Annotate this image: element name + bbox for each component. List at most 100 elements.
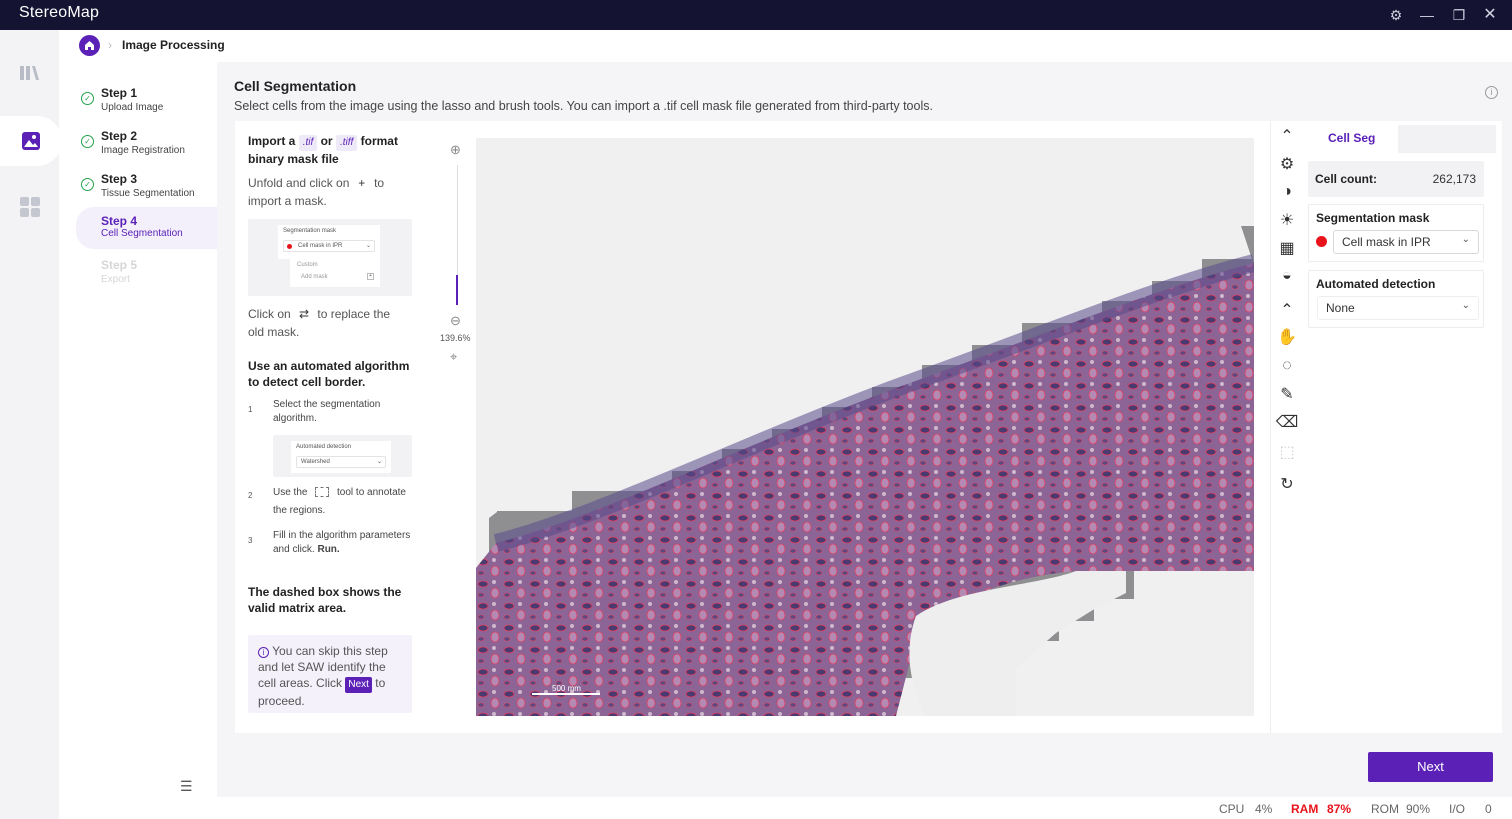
minimize-icon[interactable]: — bbox=[1418, 6, 1436, 24]
eraser-icon[interactable]: ⌫ bbox=[1276, 413, 1299, 431]
right-panel: Cell Seg Cell count: 262,173 Segmentatio… bbox=[1302, 121, 1502, 733]
step-1[interactable]: ✓ Step 1 Upload Image bbox=[76, 82, 217, 122]
cell-count-card: Cell count: 262,173 bbox=[1308, 161, 1484, 197]
image-viewer: ⊕ ⊖ 139.6% ⌖ 500 mm bbox=[425, 121, 1270, 733]
info-icon[interactable]: i bbox=[1485, 86, 1498, 99]
checker-icon[interactable]: ▦ bbox=[1278, 239, 1296, 257]
replace-instructions: Click on ⇄ to replace the old mask. bbox=[248, 307, 391, 339]
page-title: Cell Segmentation bbox=[234, 78, 357, 94]
recenter-icon[interactable]: ⌖ bbox=[450, 349, 457, 365]
step-3[interactable]: ✓ Step 3 Tissue Segmentation bbox=[76, 168, 217, 208]
ram-label: RAM bbox=[1291, 802, 1319, 816]
page-description: Select cells from the image using the la… bbox=[234, 99, 933, 113]
mask-preview: Segmentation mask Cell mask in IPR ⌄ Cus… bbox=[248, 219, 412, 296]
brightness-icon[interactable]: ☀ bbox=[1278, 211, 1296, 229]
step-subtitle: Tissue Segmentation bbox=[101, 188, 195, 199]
step-4[interactable]: Step 4 Cell Segmentation bbox=[76, 207, 217, 249]
reset-icon[interactable]: ↻ bbox=[1278, 475, 1296, 493]
zoom-slider-fill[interactable] bbox=[456, 275, 458, 305]
io-value: 0 bbox=[1485, 802, 1492, 816]
plus-icon: + bbox=[358, 176, 366, 190]
step-subtitle: Export bbox=[101, 274, 130, 285]
title-bar: StereoMap ⚙ — ❐ ✕ bbox=[0, 0, 1512, 30]
import-heading: Import a .tif or .tiff format binary mask… bbox=[248, 134, 398, 166]
next-button[interactable]: Next bbox=[1368, 752, 1493, 782]
mask-color-dot[interactable] bbox=[1316, 236, 1327, 247]
zoom-track[interactable] bbox=[457, 165, 458, 275]
close-icon[interactable]: ✕ bbox=[1481, 6, 1499, 24]
zoom-in-icon[interactable]: ⊕ bbox=[450, 142, 461, 158]
step-5: Step 5 Export bbox=[76, 254, 217, 294]
breadcrumb-separator: › bbox=[108, 38, 112, 52]
region-select-icon bbox=[315, 487, 330, 498]
restore-icon[interactable]: ❐ bbox=[1450, 6, 1468, 24]
breadcrumb: › Image Processing bbox=[59, 30, 1512, 62]
tool-bar: ⌃ ⚙ ◑ ☀ ▦ ◒ ⌃ ✋ ◌ ✎ ⌫ ⬚ ↻ bbox=[1270, 121, 1302, 733]
image-processing-icon[interactable] bbox=[0, 116, 62, 166]
region-select-tool-icon[interactable]: ⬚ bbox=[1278, 443, 1296, 461]
scale-bar-label: 500 mm bbox=[552, 684, 581, 693]
mask-preview-card: Segmentation mask Cell mask in IPR ⌄ bbox=[278, 225, 380, 259]
rom-label: ROM bbox=[1371, 802, 1399, 816]
opacity-icon[interactable]: ◒ bbox=[1278, 267, 1296, 285]
ram-value: 87% bbox=[1327, 802, 1352, 816]
auto-steps: 1 Select the segmentation algorithm. Aut… bbox=[248, 399, 412, 555]
brush-icon[interactable]: ✎ bbox=[1278, 385, 1296, 403]
check-icon: ✓ bbox=[81, 135, 94, 148]
app-title: StereoMap bbox=[19, 4, 100, 21]
tissue-image[interactable]: 500 mm bbox=[476, 138, 1254, 716]
home-icon[interactable] bbox=[79, 35, 100, 56]
io-label: I/O bbox=[1449, 802, 1466, 816]
contrast-icon[interactable]: ◑ bbox=[1278, 183, 1296, 201]
auto-heading: Use an automated algorithm to detect cell… bbox=[248, 359, 410, 389]
step-title: Step 2 bbox=[101, 129, 138, 143]
unfold-instructions: Unfold and click on + to import a mask. bbox=[248, 176, 385, 208]
step-title: Step 3 bbox=[101, 172, 138, 186]
step-subtitle: Cell Segmentation bbox=[101, 228, 183, 239]
hand-pan-icon[interactable]: ✋ bbox=[1277, 328, 1297, 346]
apps-icon[interactable] bbox=[0, 182, 59, 232]
zoom-level: 139.6% bbox=[440, 333, 471, 343]
breadcrumb-current: Image Processing bbox=[122, 38, 225, 52]
automated-detection-label: Automated detection bbox=[1316, 277, 1436, 291]
settings-icon[interactable]: ⚙ bbox=[1387, 6, 1405, 24]
segmentation-mask-select[interactable]: Cell mask in IPR ⌄ bbox=[1333, 230, 1479, 254]
main-content: Cell Segmentation Select cells from the … bbox=[217, 62, 1512, 797]
status-bar: CPU 4% RAM 87% ROM 90% I/O 0 bbox=[217, 797, 1512, 819]
mask-preview-menu: Custom Add mask + bbox=[290, 259, 380, 287]
rom-value: 90% bbox=[1406, 802, 1431, 816]
automated-detection-select[interactable]: None ⌄ bbox=[1317, 296, 1479, 320]
cpu-label: CPU bbox=[1219, 802, 1245, 816]
cpu-value: 4% bbox=[1255, 802, 1273, 816]
step-title: Step 1 bbox=[101, 86, 138, 100]
check-icon: ✓ bbox=[81, 178, 94, 191]
zoom-out-icon[interactable]: ⊖ bbox=[450, 313, 461, 329]
guide-panel: Import a .tif or .tiff format binary mask… bbox=[235, 121, 425, 733]
segmentation-mask-label: Segmentation mask bbox=[1316, 211, 1430, 225]
cell-count-value: 262,173 bbox=[1432, 172, 1476, 186]
chevron-down-icon: ⌄ bbox=[1461, 234, 1470, 245]
automated-detection-card: Automated detection None ⌄ bbox=[1308, 270, 1484, 328]
replace-icon: ⇄ bbox=[299, 307, 310, 321]
left-rail bbox=[0, 30, 62, 819]
detection-preview: Automated detection Watershed ⌄ bbox=[273, 435, 412, 477]
step-list: ✓ Step 1 Upload Image ✓ Step 2 Image Reg… bbox=[59, 62, 217, 819]
step-subtitle: Upload Image bbox=[101, 102, 164, 113]
check-icon: ✓ bbox=[81, 92, 94, 105]
info-icon: i bbox=[258, 647, 269, 658]
map-icon[interactable] bbox=[0, 48, 59, 98]
tab-cell-seg[interactable]: Cell Seg bbox=[1308, 125, 1398, 153]
settings-gear-icon[interactable]: ⚙ bbox=[1278, 155, 1296, 173]
collapse-up-icon-2[interactable]: ⌃ bbox=[1278, 301, 1296, 319]
step-title: Step 5 bbox=[101, 258, 138, 272]
collapse-menu-icon[interactable]: ☰ bbox=[180, 778, 193, 795]
cell-count-label: Cell count: bbox=[1315, 172, 1377, 186]
dashed-box-note: The dashed box shows the valid matrix are… bbox=[248, 585, 402, 615]
step-title: Step 4 bbox=[101, 214, 138, 228]
step-2[interactable]: ✓ Step 2 Image Registration bbox=[76, 125, 217, 165]
lasso-icon[interactable]: ◌ bbox=[1278, 357, 1296, 375]
chevron-down-icon: ⌄ bbox=[1461, 300, 1470, 311]
skip-note: i You can skip this step and let SAW ide… bbox=[248, 635, 412, 713]
segmentation-mask-card: Segmentation mask Cell mask in IPR ⌄ bbox=[1308, 204, 1484, 262]
collapse-up-icon[interactable]: ⌃ bbox=[1278, 127, 1296, 145]
